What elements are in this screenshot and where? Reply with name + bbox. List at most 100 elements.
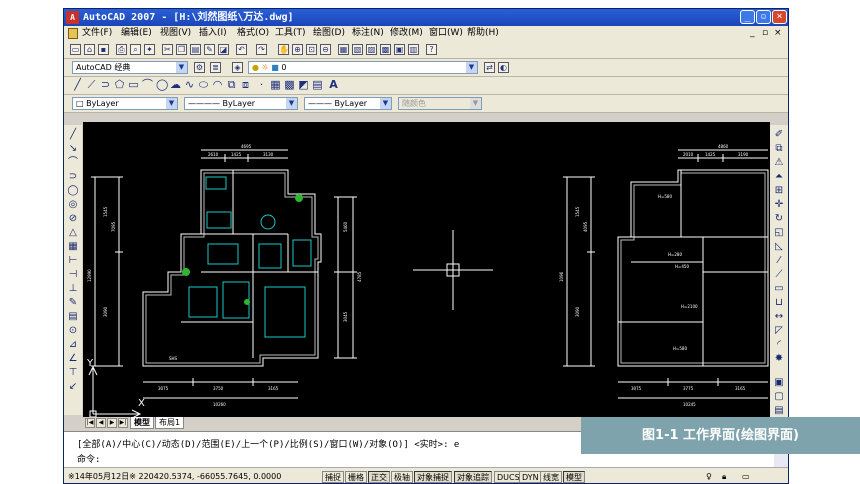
calculator-icon[interactable]: ▥ [408, 44, 419, 55]
menu-format[interactable]: 格式(O) [237, 26, 269, 41]
spline-icon[interactable]: ∿ [184, 79, 195, 91]
hatch-tool-icon[interactable]: ▦ [67, 241, 79, 253]
fillet-icon[interactable]: ◜ [773, 339, 785, 351]
layer-manager-icon[interactable]: ≣ [210, 62, 221, 73]
zoom-realtime-icon[interactable]: ⊕ [292, 44, 303, 55]
document-icon[interactable] [68, 28, 78, 39]
layer-dropdown[interactable]: ● ☼ ■ 0 ▼ [248, 61, 478, 74]
leader-tool-icon[interactable]: ↙ [67, 381, 79, 393]
insert-block-icon[interactable]: ⧉ [226, 79, 237, 91]
polygon-tool-icon[interactable]: △ [67, 227, 79, 239]
baseline-tool-icon[interactable]: ⊤ [67, 367, 79, 379]
ortho-toggle[interactable]: 正交 [368, 471, 390, 483]
move-icon[interactable]: ✛ [773, 199, 785, 211]
properties-icon[interactable]: ▦ [338, 44, 349, 55]
undo-icon[interactable]: ↶ [236, 44, 247, 55]
zoom-previous-icon[interactable]: ⊖ [320, 44, 331, 55]
clean-screen-icon[interactable]: ▭ [740, 471, 752, 483]
tab-layout1[interactable]: 布局1 [155, 417, 185, 429]
dimension-tool-icon[interactable]: ⊥ [67, 283, 79, 295]
next-tab-button[interactable]: ▶ [107, 418, 117, 428]
chevron-down-icon[interactable]: ▼ [466, 62, 477, 73]
mirror-icon[interactable]: ⚠ [773, 157, 785, 169]
multiline-text-icon[interactable]: A [328, 79, 339, 91]
color-dropdown[interactable]: □ ByLayer ▼ [72, 97, 178, 110]
divide-tool-icon[interactable]: ⊣ [67, 269, 79, 281]
ellipse-arc-icon[interactable]: ◠ [212, 79, 223, 91]
markup-icon[interactable]: ▣ [394, 44, 405, 55]
tool-palettes-icon[interactable]: ▨ [366, 44, 377, 55]
menu-tools[interactable]: 工具(T) [275, 26, 306, 41]
copy-icon[interactable]: ❐ [176, 44, 187, 55]
polyline-tool-icon[interactable]: ⊃ [67, 171, 79, 183]
lock-toolbar-icon[interactable]: 🔒︎ [720, 471, 728, 483]
menu-dimension[interactable]: 标注(N) [352, 26, 384, 41]
drawing-canvas[interactable]: 4695 2610 1425 3130 3075 3750 3165 10260… [83, 122, 770, 417]
dyn-toggle[interactable]: DYN [519, 471, 542, 483]
menu-view[interactable]: 视图(V) [160, 26, 191, 41]
chevron-down-icon[interactable]: ▼ [286, 98, 297, 109]
menu-window[interactable]: 窗口(W) [429, 26, 463, 41]
menu-edit[interactable]: 编辑(E) [121, 26, 152, 41]
donut-tool-icon[interactable]: ◎ [67, 199, 79, 211]
plot-icon[interactable]: ⎙ [116, 44, 127, 55]
minimize-button[interactable]: _ [740, 10, 755, 24]
polar-toggle[interactable]: 极轴 [391, 471, 413, 483]
menu-modify[interactable]: 修改(M) [390, 26, 423, 41]
block-editor-icon[interactable]: ◪ [218, 44, 229, 55]
break-icon[interactable]: ⊔ [773, 297, 785, 309]
revision-cloud-icon[interactable]: ☁ [170, 79, 181, 91]
line-tool-icon[interactable]: ╱ [67, 129, 79, 141]
zoom-window-icon[interactable]: ⊡ [306, 44, 317, 55]
chevron-down-icon[interactable]: ▼ [176, 62, 187, 73]
osnap-toggle[interactable]: 对象捕捉 [414, 471, 452, 483]
tab-model[interactable]: 模型 [130, 417, 154, 429]
chevron-down-icon[interactable]: ▼ [166, 98, 177, 109]
workspace-settings-icon[interactable]: ⚙ [194, 62, 205, 73]
make-current-layer-icon[interactable]: ⇄ [484, 62, 495, 73]
ellipse-tool-icon[interactable]: ⊘ [67, 213, 79, 225]
polyline-icon[interactable]: ⊃ [100, 79, 111, 91]
rotate-icon[interactable]: ↻ [773, 213, 785, 225]
hatch-icon[interactable]: ▦ [270, 79, 281, 91]
extend-icon[interactable]: ⟋ [773, 269, 785, 281]
lineweight-dropdown[interactable]: ——— ByLayer ▼ [304, 97, 392, 110]
open-icon[interactable]: ⌂ [84, 44, 95, 55]
help-icon[interactable]: ? [426, 44, 437, 55]
trim-icon[interactable]: ⁄ [773, 255, 785, 267]
break-at-point-icon[interactable]: ▭ [773, 283, 785, 295]
circle-icon[interactable]: ◯ [156, 79, 168, 91]
doc-close-button[interactable]: × [774, 26, 782, 41]
grid-toggle[interactable]: 栅格 [345, 471, 367, 483]
copy-object-icon[interactable]: ⧉ [773, 143, 785, 155]
first-tab-button[interactable]: |◀ [85, 418, 95, 428]
ellipse-icon[interactable]: ⬭ [198, 79, 209, 91]
rectangle-icon[interactable]: ▭ [128, 79, 139, 91]
linetype-dropdown[interactable]: ———— ByLayer ▼ [184, 97, 298, 110]
chamfer-icon[interactable]: ◸ [773, 325, 785, 337]
communication-center-icon[interactable]: ♀ [704, 471, 714, 483]
otrack-toggle[interactable]: 对象追踪 [454, 471, 492, 483]
last-tab-button[interactable]: ▶| [118, 418, 128, 428]
workspace-dropdown[interactable]: AutoCAD 经典 ▼ [72, 61, 188, 74]
stretch-icon[interactable]: ◺ [773, 241, 785, 253]
grid-tool-icon[interactable]: ▤ [67, 311, 79, 323]
menu-help[interactable]: 帮助(H) [467, 26, 499, 41]
pan-icon[interactable]: ✋ [278, 44, 289, 55]
table-icon[interactable]: ▤ [312, 79, 323, 91]
menu-file[interactable]: 文件(F) [82, 26, 112, 41]
join-icon[interactable]: ↔ [773, 311, 785, 323]
cut-icon[interactable]: ✂ [162, 44, 173, 55]
tolerance-tool-icon[interactable]: ⊿ [67, 339, 79, 351]
menu-draw[interactable]: 绘图(D) [313, 26, 345, 41]
model-space-toggle[interactable]: 模型 [563, 471, 585, 483]
center-mark-icon[interactable]: ⊙ [67, 325, 79, 337]
prev-tab-button[interactable]: ◀ [96, 418, 106, 428]
plot-preview-icon[interactable]: ⌕ [130, 44, 141, 55]
save-icon[interactable]: ▪ [98, 44, 109, 55]
maximize-button[interactable]: ▫ [756, 10, 771, 24]
match-properties-icon[interactable]: ✎ [204, 44, 215, 55]
erase-icon[interactable]: ✐ [773, 129, 785, 141]
draworder-above-icon[interactable]: ▤ [773, 405, 785, 417]
point-icon[interactable]: · [256, 79, 267, 91]
